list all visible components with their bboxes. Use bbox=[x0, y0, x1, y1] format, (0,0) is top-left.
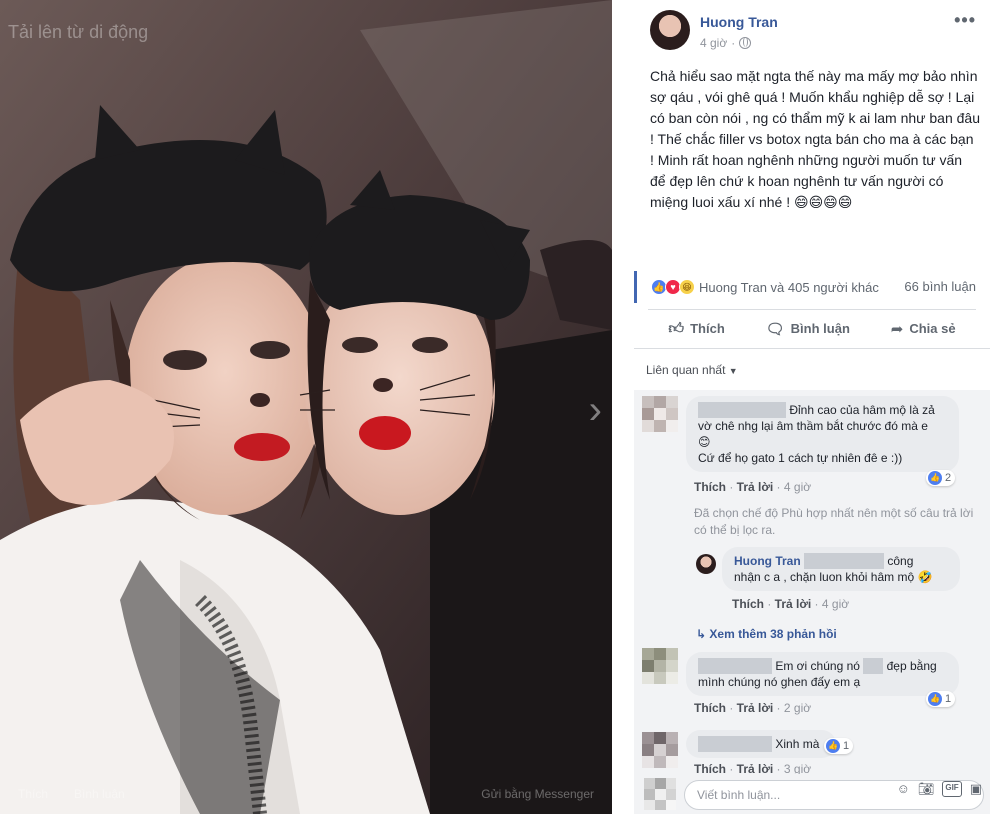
laughing-emoji-icon: 🤣 bbox=[917, 570, 933, 584]
comment-input-placeholder: Viết bình luận... bbox=[697, 788, 781, 802]
post-header: Huong Tran 4 giờ · ••• bbox=[634, 0, 990, 56]
like-icon: 👍 bbox=[928, 471, 942, 485]
share-button[interactable]: ➦ Chia sẻ bbox=[891, 320, 956, 338]
comment-time[interactable]: 4 giờ bbox=[784, 480, 811, 494]
sticker-icon[interactable]: ▣ bbox=[970, 781, 982, 797]
upload-hint: Tải lên từ di động bbox=[8, 22, 149, 42]
comment-like-badge[interactable]: 👍 1 bbox=[926, 691, 956, 707]
like-button-label: Thích bbox=[690, 321, 725, 336]
comment-like-link[interactable]: Thích bbox=[694, 480, 726, 494]
reply-avatar[interactable] bbox=[696, 554, 716, 574]
more-options-icon[interactable]: ••• bbox=[954, 10, 976, 31]
speech-bubble-icon: 🗨︎ bbox=[765, 320, 785, 338]
next-photo-arrow-icon[interactable]: › bbox=[589, 390, 602, 430]
reply-author[interactable]: Huong Tran bbox=[734, 554, 801, 568]
author-name[interactable]: Huong Tran bbox=[700, 14, 778, 30]
emoji-icon[interactable]: ☺ bbox=[897, 781, 910, 797]
reply-text-line-2: nhận c a , chặn luon khỏi hâm mộ bbox=[734, 570, 915, 584]
chevron-down-icon: ▼ bbox=[728, 366, 738, 376]
comment-text-line-3: Cứ để họ gato 1 cách tự nhiên đê e :)) bbox=[698, 451, 903, 465]
comment-text-line-1: Đỉnh cao của hâm mộ là zả bbox=[789, 403, 935, 417]
comment-like-link[interactable]: Thích bbox=[694, 701, 726, 715]
post-text: Chả hiểu sao mặt ngta thế này ma mấy mợ … bbox=[650, 68, 984, 210]
gif-icon[interactable]: GIF bbox=[942, 781, 962, 797]
reply-text-line-1: công bbox=[887, 554, 914, 568]
reply-actions: Thích · Trả lời · 4 giờ bbox=[732, 597, 850, 611]
hidden-word bbox=[863, 658, 884, 674]
comment-button[interactable]: 🗨︎ Bình luận bbox=[766, 320, 850, 338]
panel-divider bbox=[612, 0, 634, 814]
comment-like-count: 2 bbox=[945, 472, 952, 484]
post-action-row: 👍︎ Thích 🗨︎ Bình luận ➦ Chia sẻ bbox=[648, 309, 976, 347]
comment-sort[interactable]: Liên quan nhất ▼ bbox=[634, 348, 990, 390]
comment-button-label: Bình luận bbox=[790, 321, 850, 336]
composer-icons: ☺ 📷︎ GIF ▣ bbox=[897, 781, 982, 797]
like-icon: 👍 bbox=[826, 739, 840, 753]
like-button[interactable]: 👍︎ Thích bbox=[668, 320, 724, 338]
comment-reply-link[interactable]: Trả lời bbox=[737, 701, 774, 715]
comment-actions: Thích · Trả lời · 4 giờ bbox=[694, 480, 812, 494]
commenter-avatar[interactable] bbox=[642, 396, 678, 432]
hidden-name bbox=[698, 402, 786, 418]
photo-action-bar: Thích Bình luận Gửi bằng Messenger bbox=[0, 774, 612, 814]
reaction-names[interactable]: Huong Tran và 405 người khác bbox=[699, 280, 879, 295]
author-avatar[interactable] bbox=[650, 10, 690, 50]
share-button-label: Chia sẻ bbox=[909, 321, 956, 336]
globe-icon[interactable] bbox=[739, 37, 752, 49]
comment-text-line-2: vờ chê nhg lại âm thầm bắt chước đó mà e bbox=[698, 419, 928, 433]
reaction-summary[interactable]: 👍 ♥ 😆 Huong Tran và 405 người khác 66 bì… bbox=[634, 271, 990, 303]
post-time[interactable]: 4 giờ bbox=[700, 36, 727, 50]
comment-bubble: Em ơi chúng nó đẹp bằng mình chúng nó gh… bbox=[686, 652, 959, 696]
comment-like-count: 1 bbox=[945, 693, 952, 705]
sort-label: Liên quan nhất bbox=[646, 363, 726, 377]
comment-like-count: 1 bbox=[843, 740, 850, 752]
post-side-panel: Huong Tran 4 giờ · ••• Chả hiểu sao mặt … bbox=[634, 0, 990, 814]
reply-arrow-icon: ↳ bbox=[696, 627, 707, 641]
comment-text-line-2: mình chúng nó ghen đấy em ạ bbox=[698, 675, 861, 689]
comment-reply-link[interactable]: Trả lời bbox=[737, 480, 774, 494]
comment-text-line-1b: đẹp bằng bbox=[886, 659, 937, 673]
comment-time[interactable]: 2 giờ bbox=[784, 701, 811, 715]
post-photo[interactable]: Tải lên từ di động › Thích Bình luận Gửi… bbox=[0, 0, 612, 814]
comment-list: Đỉnh cao của hâm mộ là zả vờ chê nhg lại… bbox=[634, 390, 990, 814]
camera-icon[interactable]: 📷︎ bbox=[918, 781, 935, 797]
photo-image bbox=[0, 0, 612, 814]
photo-comment-link[interactable]: Bình luận bbox=[74, 787, 125, 801]
comment-composer: Viết bình luận... ☺ 📷︎ GIF ▣ bbox=[634, 774, 990, 814]
comment-like-badge[interactable]: 👍 2 bbox=[926, 470, 956, 486]
comment-like-badge[interactable]: 👍 1 bbox=[824, 738, 854, 754]
commenter-avatar[interactable] bbox=[642, 648, 678, 684]
comment-bubble: Đỉnh cao của hâm mộ là zả vờ chê nhg lại… bbox=[686, 396, 959, 472]
comment-text-line-1: Xinh mà bbox=[775, 737, 820, 751]
share-arrow-icon: ➦ bbox=[890, 320, 904, 338]
reply-reply-link[interactable]: Trả lời bbox=[775, 597, 812, 611]
reply-bubble: Huong Tran công nhận c a , chặn luon khỏ… bbox=[722, 547, 960, 591]
hidden-name bbox=[698, 736, 772, 752]
comment-text-line-1: Em ơi chúng nó bbox=[775, 659, 860, 673]
reply-like-link[interactable]: Thích bbox=[732, 597, 764, 611]
hidden-name bbox=[698, 658, 772, 674]
viewer-avatar[interactable] bbox=[644, 778, 676, 810]
photo-messenger-link[interactable]: Gửi bằng Messenger bbox=[481, 787, 594, 801]
thumbs-up-icon: 👍︎ bbox=[668, 319, 685, 337]
smile-emoji-icon: 😊 bbox=[698, 435, 711, 449]
comment-actions: Thích · Trả lời · 2 giờ bbox=[694, 701, 812, 715]
commenter-avatar[interactable] bbox=[642, 732, 678, 768]
more-replies-label: Xem thêm 38 phản hồi bbox=[709, 627, 837, 641]
hidden-name bbox=[804, 553, 885, 569]
comment-bubble: Xinh mà bbox=[686, 730, 836, 758]
comment-count[interactable]: 66 bình luận bbox=[904, 279, 976, 294]
reply-time[interactable]: 4 giờ bbox=[822, 597, 849, 611]
post-meta: 4 giờ · bbox=[700, 36, 752, 50]
more-replies-link[interactable]: ↳ Xem thêm 38 phản hồi bbox=[696, 627, 837, 641]
photo-like-link[interactable]: Thích bbox=[18, 787, 48, 801]
haha-icon: 😆 bbox=[679, 279, 695, 295]
like-icon: 👍 bbox=[928, 692, 942, 706]
filter-note: Đã chọn chế độ Phù hợp nhất nên một số c… bbox=[694, 506, 974, 537]
